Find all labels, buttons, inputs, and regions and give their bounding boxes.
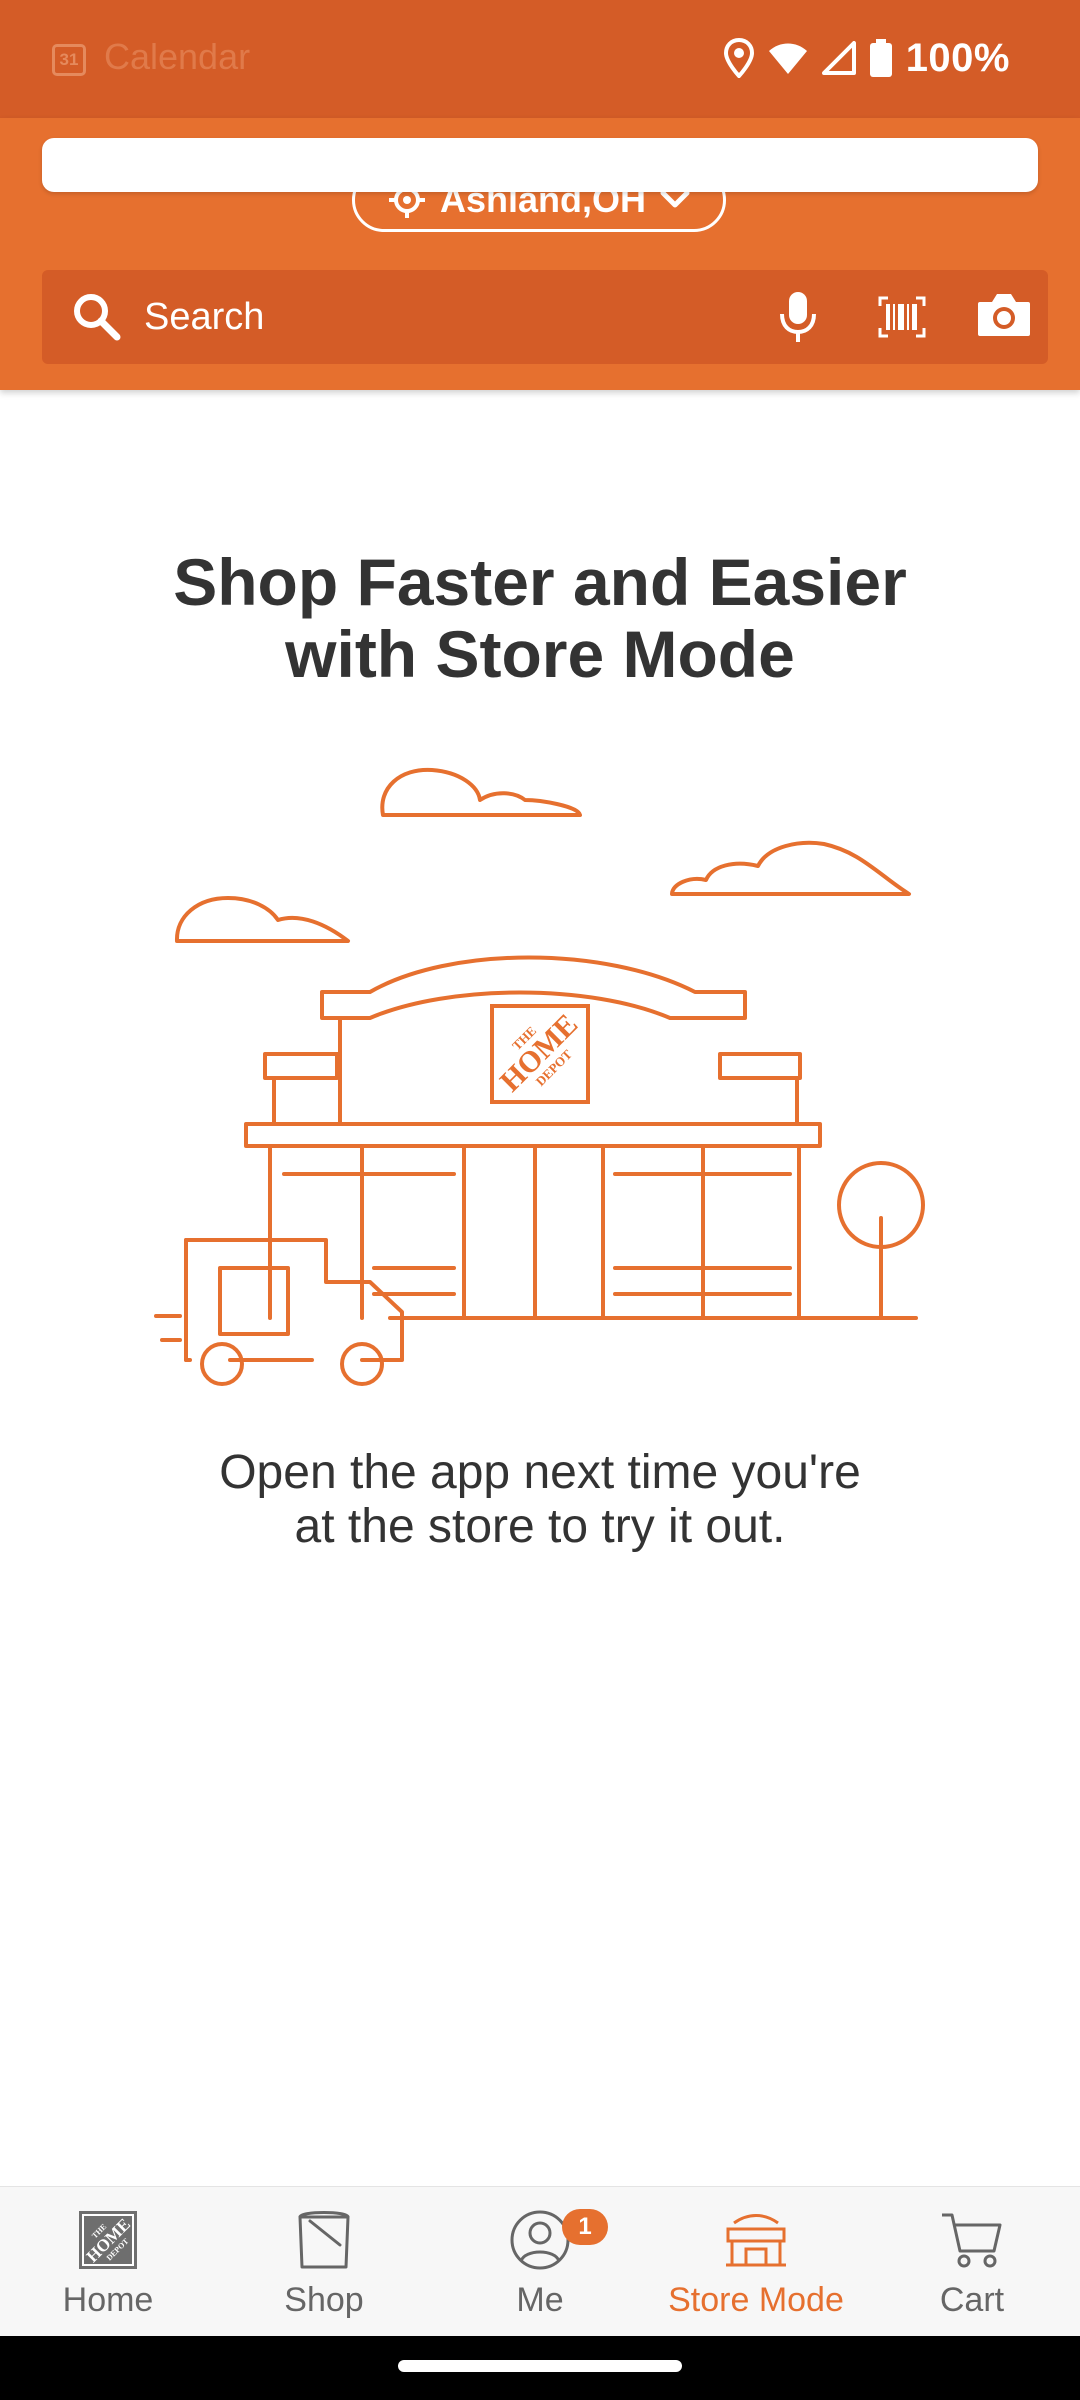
store-mode-description: Open the app next time you're at the sto… <box>120 1446 960 1554</box>
cart-icon <box>942 2213 1002 2268</box>
nav-item-home[interactable]: THE HOME DEPOT Home <box>0 2187 216 2337</box>
nav-item-me[interactable]: 1 Me <box>432 2187 648 2337</box>
microphone-icon[interactable] <box>778 290 818 344</box>
store-icon <box>726 2214 786 2267</box>
chevron-down-icon <box>660 190 690 208</box>
subtitle-line-2: at the store to try it out. <box>294 1500 786 1553</box>
status-bar: 31 Calendar 100% <box>0 0 1080 118</box>
status-icons: 100% <box>723 30 1010 86</box>
signal-icon <box>821 41 856 75</box>
title-line-2: with Store Mode <box>285 617 795 691</box>
nav-item-shop[interactable]: Shop <box>216 2187 432 2337</box>
notification-app-name: Calendar <box>104 36 251 77</box>
calendar-notification-icon: 31 <box>52 44 86 76</box>
page-title: Shop Faster and Easier with Store Mode <box>90 546 990 690</box>
overlay-bar <box>42 138 1038 192</box>
battery-icon <box>869 39 892 77</box>
cloud-top <box>380 767 582 817</box>
cloud-left <box>174 896 350 943</box>
wifi-icon <box>768 43 807 74</box>
nav-label-home: Home <box>62 2281 154 2319</box>
search-input[interactable]: Search <box>144 270 264 364</box>
nav-label-store-mode: Store Mode <box>668 2281 844 2319</box>
title-line-1: Shop Faster and Easier <box>173 545 907 619</box>
search-bar[interactable]: Search <box>42 270 1048 364</box>
nav-item-cart[interactable]: Cart <box>864 2187 1080 2337</box>
battery-percent: 100% <box>905 35 1010 80</box>
search-icon <box>74 294 121 341</box>
nav-label-me: Me <box>516 2281 564 2319</box>
bottom-navigation: THE HOME DEPOT Home Shop 1 Me Store Mode… <box>0 2186 1080 2337</box>
nav-label-shop: Shop <box>284 2281 364 2319</box>
camera-icon[interactable] <box>976 290 1032 340</box>
home-depot-logo-icon: THE HOME DEPOT <box>79 2211 137 2269</box>
bucket-icon <box>298 2211 350 2269</box>
location-icon <box>723 38 754 78</box>
nav-label-cart: Cart <box>939 2281 1005 2319</box>
system-navigation-bar <box>0 2336 1080 2400</box>
app-header: Ashland,OH Search <box>0 118 1080 390</box>
home-gesture-handle[interactable] <box>398 2360 682 2372</box>
nav-item-store-mode[interactable]: Store Mode <box>648 2187 864 2337</box>
subtitle-line-1: Open the app next time you're <box>219 1446 861 1499</box>
user-icon <box>510 2210 570 2270</box>
notification-badge: 1 <box>562 2209 608 2245</box>
store-illustration: THE HOME DEPOT <box>154 767 925 1386</box>
cloud-right <box>670 840 911 896</box>
barcode-scanner-icon[interactable] <box>878 296 926 338</box>
home-depot-logo-icon: THE HOME DEPOT <box>490 1004 590 1104</box>
